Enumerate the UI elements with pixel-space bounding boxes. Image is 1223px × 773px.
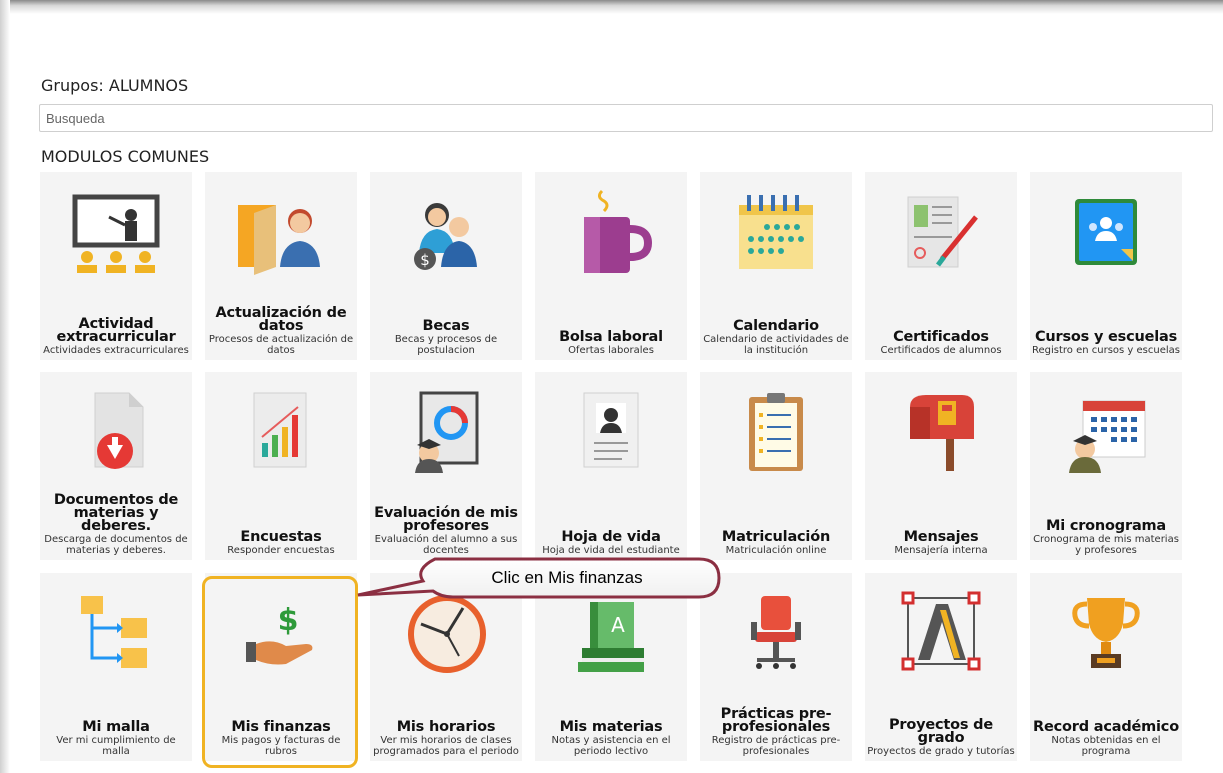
survey-chart-icon <box>205 384 357 479</box>
module-tile-becas[interactable]: $ Becas Becas y procesos de postulacion <box>370 172 522 360</box>
module-tile-hoja-de-vida[interactable]: Hoja de vida Hoja de vida del estudiante <box>535 372 687 560</box>
module-description: Ofertas laborales <box>568 345 654 356</box>
window-top-shadow <box>0 0 1223 14</box>
module-description: Responder encuestas <box>227 545 335 556</box>
module-description: Ver mis horarios de clases programados p… <box>373 735 519 757</box>
svg-text:A: A <box>611 613 625 637</box>
module-tile-evaluacion-profesores[interactable]: Evaluación de mis profesores Evaluación d… <box>370 372 522 560</box>
module-title: Evaluación de mis profesores <box>374 505 518 534</box>
module-description: Becas y procesos de postulacion <box>394 334 498 356</box>
module-description: Proyectos de grado y tutorías <box>867 746 1015 757</box>
module-title: Becas <box>422 318 470 334</box>
trophy-icon <box>1030 585 1182 680</box>
teacher-evaluation-icon <box>370 384 522 479</box>
module-tile-bolsa-laboral[interactable]: Bolsa laboral Ofertas laborales <box>535 172 687 360</box>
section-title: MODULOS COMUNES <box>41 147 210 166</box>
module-title: Matriculación <box>721 529 831 545</box>
resume-icon <box>535 384 687 479</box>
certificate-pen-icon <box>865 184 1017 279</box>
coffee-mug-icon <box>535 184 687 279</box>
calendar-icon <box>700 184 852 279</box>
module-tile-actualizacion-de-datos[interactable]: Actualización de datos Procesos de actual… <box>205 172 357 360</box>
clipboard-list-icon <box>700 384 852 479</box>
module-tile-proyectos-de-grado[interactable]: Proyectos de grado Proyectos de grado y t… <box>865 573 1017 761</box>
schedule-calendar-icon <box>1030 384 1182 479</box>
window-left-shadow <box>0 0 10 773</box>
module-description: Certificados de alumnos <box>880 345 1002 356</box>
module-tile-mi-cronograma[interactable]: Mi cronograma Cronograma de mis materias … <box>1030 372 1182 560</box>
module-tile-mi-malla[interactable]: Mi malla Ver mi cumplimiento de malla <box>40 573 192 761</box>
group-title: Grupos: ALUMNOS <box>41 76 189 95</box>
module-description: Cronograma de mis materias y profesores <box>1033 534 1179 556</box>
tree-structure-icon <box>40 585 192 680</box>
module-tile-actividad-extracurricular[interactable]: Actividad extracurricular Actividades ext… <box>40 172 192 360</box>
module-description: Notas y asistencia en el periodo lectivo <box>551 735 671 757</box>
module-title: Bolsa laboral <box>559 329 663 345</box>
module-description: Procesos de actualización de datos <box>208 334 354 356</box>
module-tile-practicas[interactable]: Prácticas pre-profesionales Registro de p… <box>700 573 852 761</box>
books-icon: A <box>535 585 687 680</box>
module-tile-encuestas[interactable]: Encuestas Responder encuestas <box>205 372 357 560</box>
module-description: Matriculación online <box>725 545 827 556</box>
module-description: Registro de prácticas pre-profesionales <box>711 735 841 757</box>
module-title: Actividad extracurricular <box>56 316 176 345</box>
module-title: Proyectos de grado <box>888 717 993 746</box>
module-title: Mis finanzas <box>231 719 331 735</box>
module-tile-calendario[interactable]: Calendario Calendario de actividades de l… <box>700 172 852 360</box>
module-title: Mis materias <box>559 719 663 735</box>
module-description: Hoja de vida del estudiante <box>542 545 680 556</box>
module-tile-documentos[interactable]: Documentos de materias y deberes. Descarg… <box>40 372 192 560</box>
module-description: Actividades extracurriculares <box>43 345 189 356</box>
module-tile-certificados[interactable]: Certificados Certificados de alumnos <box>865 172 1017 360</box>
svg-text:$: $ <box>420 251 430 269</box>
module-tile-mis-materias[interactable]: A Mis materias Notas y asistencia en el p… <box>535 573 687 761</box>
module-description: Evaluación del alumno a sus docentes <box>374 534 518 556</box>
module-title: Cursos y escuelas <box>1034 329 1178 345</box>
module-description: Mensajería interna <box>894 545 988 556</box>
office-chair-icon <box>700 585 852 680</box>
classroom-group-icon <box>1030 184 1182 279</box>
module-title: Record académico <box>1033 719 1179 735</box>
module-title: Actualización de datos <box>215 305 347 334</box>
module-title: Mensajes <box>903 529 979 545</box>
module-tile-mis-finanzas[interactable]: $ Mis finanzas Mis pagos y facturas de ru… <box>205 573 357 761</box>
module-tile-mis-horarios[interactable]: Mis horarios Ver mis horarios de clases p… <box>370 573 522 761</box>
document-download-icon <box>40 384 192 479</box>
module-title: Calendario <box>733 318 819 334</box>
clock-icon <box>370 585 522 680</box>
module-title: Encuestas <box>240 529 322 545</box>
scholarship-people-icon: $ <box>370 184 522 279</box>
module-description: Ver mi cumplimiento de malla <box>56 735 176 757</box>
search-input[interactable] <box>39 104 1213 132</box>
classroom-teacher-icon <box>40 184 192 279</box>
design-letter-icon <box>865 585 1017 680</box>
module-title: Documentos de materias y deberes. <box>53 492 179 534</box>
module-title: Mis horarios <box>396 719 496 735</box>
callout-text: Clic en Mis finanzas <box>491 568 643 587</box>
hand-money-icon: $ <box>205 585 357 680</box>
module-title: Hoja de vida <box>561 529 661 545</box>
module-title: Prácticas pre-profesionales <box>720 706 832 735</box>
module-tile-record-academico[interactable]: Record académico Notas obtenidas en el pr… <box>1030 573 1182 761</box>
mailbox-icon <box>865 384 1017 479</box>
module-title: Mi cronograma <box>1045 518 1167 534</box>
svg-text:$: $ <box>278 603 299 638</box>
module-description: Calendario de actividades de la instituc… <box>703 334 849 356</box>
module-title: Certificados <box>893 329 989 345</box>
module-tile-mensajes[interactable]: Mensajes Mensajería interna <box>865 372 1017 560</box>
module-title: Mi malla <box>82 719 150 735</box>
module-tile-matriculacion[interactable]: Matriculación Matriculación online <box>700 372 852 560</box>
folder-user-icon <box>205 184 357 279</box>
module-tile-cursos-y-escuelas[interactable]: Cursos y escuelas Registro en cursos y es… <box>1030 172 1182 360</box>
module-description: Registro en cursos y escuelas <box>1032 345 1180 356</box>
module-description: Descarga de documentos de materias y deb… <box>44 534 188 556</box>
module-description: Mis pagos y facturas de rubros <box>221 735 341 757</box>
module-description: Notas obtenidas en el programa <box>1051 735 1161 757</box>
